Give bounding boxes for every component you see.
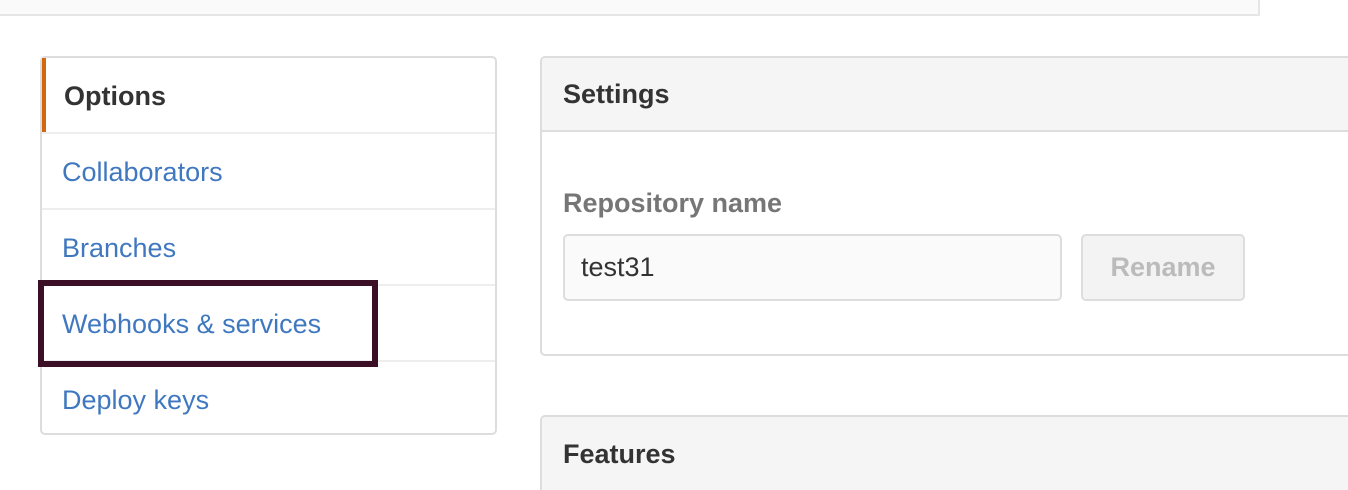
rename-button[interactable]: Rename [1081,234,1245,301]
settings-side-menu: Options Collaborators Branches Webhooks … [40,56,497,435]
settings-page: Options Collaborators Branches Webhooks … [0,0,1348,490]
settings-panel-title: Settings [542,58,1348,132]
menu-item-label: Branches [62,232,177,263]
features-panel-title: Features [542,417,1348,490]
repository-name-label: Repository name [563,188,783,218]
menu-item-label: Deploy keys [62,384,210,415]
features-panel: Features [540,415,1348,490]
settings-panel: Settings Repository name Rename [540,56,1348,356]
menu-item-deploy-keys[interactable]: Deploy keys [42,362,495,438]
menu-item-label: Collaborators [62,156,223,187]
menu-item-collaborators[interactable]: Collaborators [42,134,495,210]
highlight-annotation-box [38,280,378,367]
menu-item-label: Options [64,80,166,111]
top-strip [0,0,1260,16]
settings-panel-body: Repository name Rename [542,132,1348,354]
menu-item-options[interactable]: Options [42,58,495,134]
repository-name-input[interactable] [563,234,1062,301]
menu-item-branches[interactable]: Branches [42,210,495,286]
